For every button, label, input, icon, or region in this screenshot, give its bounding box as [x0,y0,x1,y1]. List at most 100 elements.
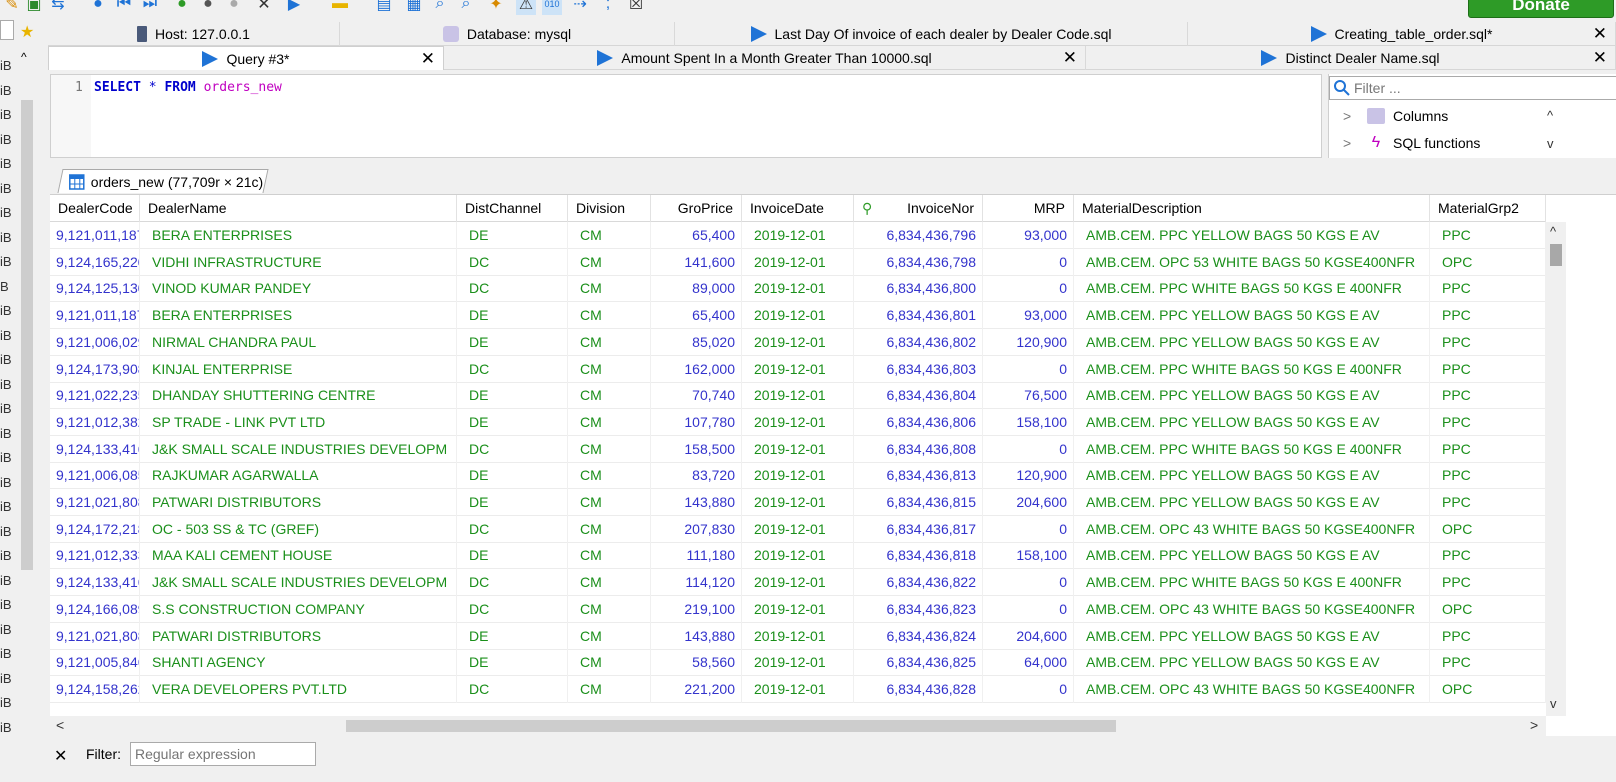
close-icon[interactable]: ✕ [54,746,67,766]
remove-icon[interactable]: ● [172,0,192,15]
clear-icon[interactable]: ☒ [626,0,646,15]
stop-icon[interactable]: ▣ [24,0,44,15]
column-header-division[interactable]: Division [568,195,651,222]
grid-horizontal-scrollbar[interactable]: < > [50,716,1546,736]
cell-division[interactable]: CM [568,569,651,597]
cell-material-grp2[interactable]: OPC [1430,248,1546,276]
cell-division[interactable]: CM [568,542,651,570]
cell-material-grp2[interactable]: PPC [1430,489,1546,516]
cell-dist-channel[interactable]: DC [457,515,568,543]
cell-invoice-nor[interactable]: 6,834,436,796 [854,222,983,249]
format-icon[interactable]: ⌕ [456,0,476,15]
cell-invoice-date[interactable]: 2019-12-01 [742,382,854,410]
cell-material-grp2[interactable]: PPC [1430,569,1546,597]
cell-dealer-name[interactable]: OC - 503 SS & TC (GREF) [140,515,457,543]
cell-division[interactable]: CM [568,435,651,463]
cell-gro-price[interactable]: 158,500 [651,435,742,463]
close-icon[interactable]: ✕ [1593,48,1607,68]
cell-dealer-code[interactable]: 9,121,006,029 [50,328,140,356]
column-header-invoice-date[interactable]: InvoiceDate [742,195,854,222]
cell-mrp[interactable]: 93,000 [983,302,1074,330]
sql-text[interactable]: SELECT * FROM orders_new [94,80,282,95]
cell-dealer-name[interactable]: PATWARI DISTRIBUTORS [140,622,457,650]
cell-mrp[interactable]: 120,900 [983,462,1074,490]
helper-item-sql-functions[interactable]: > ϟ SQL functions [1343,135,1480,152]
cell-material-description[interactable]: AMB.CEM. OPC 43 WHITE BAGS 50 KGSE400NFR [1074,675,1430,703]
grid-horizontal-thumb[interactable] [346,720,1116,732]
help-icon[interactable]: ⇆ [48,0,68,15]
cell-material-grp2[interactable]: PPC [1430,542,1546,570]
chevron-up-icon[interactable]: ^ [21,50,27,64]
cell-material-description[interactable]: AMB.CEM. OPC 53 WHITE BAGS 50 KGSE400NFR [1074,248,1430,276]
cell-gro-price[interactable]: 89,000 [651,275,742,303]
cell-division[interactable]: CM [568,355,651,383]
tab-host[interactable]: Host: 127.0.0.1 [48,22,340,46]
add-icon[interactable]: ⏭ [140,0,160,15]
cell-invoice-nor[interactable]: 6,834,436,815 [854,489,983,516]
binary-toggle-icon[interactable]: 010 [542,0,562,15]
cell-invoice-date[interactable]: 2019-12-01 [742,435,854,463]
cell-material-grp2[interactable]: PPC [1430,328,1546,356]
table-row[interactable]: 9,124,133,416 J&K SMALL SCALE INDUSTRIES … [50,435,1546,463]
tree-scrollbar-thumb[interactable] [21,100,33,570]
cell-invoice-nor[interactable]: 6,834,436,825 [854,649,983,677]
cell-invoice-date[interactable]: 2019-12-01 [742,248,854,276]
chevron-right-icon[interactable]: > [1530,717,1538,733]
cell-invoice-nor[interactable]: 6,834,436,813 [854,462,983,490]
cell-dealer-code[interactable]: 9,124,133,416 [50,569,140,597]
cell-mrp[interactable]: 0 [983,595,1074,623]
cell-material-grp2[interactable]: OPC [1430,515,1546,543]
close-icon[interactable]: ✕ [1593,24,1607,44]
table-row[interactable]: 9,121,006,085 RAJKUMAR AGARWALLA DE CM 83,72… [50,462,1546,490]
cell-material-description[interactable]: AMB.CEM. PPC YELLOW BAGS 50 KGS E AV [1074,222,1430,249]
cell-mrp[interactable]: 0 [983,675,1074,703]
cell-mrp[interactable]: 0 [983,515,1074,543]
cell-invoice-nor[interactable]: 6,834,436,817 [854,515,983,543]
cell-material-description[interactable]: AMB.CEM. PPC YELLOW BAGS 50 KGS E AV [1074,382,1430,410]
cell-invoice-date[interactable]: 2019-12-01 [742,355,854,383]
cancel-icon[interactable]: ● [224,0,244,15]
table-row[interactable]: 9,121,021,808 PATWARI DISTRIBUTORS DE CM 143… [50,489,1546,516]
cell-material-grp2[interactable]: PPC [1430,382,1546,410]
cell-mrp[interactable]: 204,600 [983,622,1074,650]
cell-material-description[interactable]: AMB.CEM. OPC 43 WHITE BAGS 50 KGSE400NFR [1074,515,1430,543]
semicolon-icon[interactable]: ; [598,0,618,15]
cell-invoice-nor[interactable]: 6,834,436,808 [854,435,983,463]
chevron-up-icon[interactable]: ^ [1547,108,1553,123]
chevron-up-icon[interactable]: ^ [1550,224,1556,239]
cell-dist-channel[interactable]: DE [457,489,568,516]
cell-invoice-date[interactable]: 2019-12-01 [742,515,854,543]
cell-invoice-nor[interactable]: 6,834,436,802 [854,328,983,356]
cell-division[interactable]: CM [568,489,651,516]
chevron-right-icon[interactable]: > [1343,108,1367,124]
cell-division[interactable]: CM [568,675,651,703]
cell-invoice-nor[interactable]: 6,834,436,824 [854,622,983,650]
column-header-material-description[interactable]: MaterialDescription [1074,195,1430,222]
save-icon[interactable]: ▤ [374,0,394,15]
cell-material-description[interactable]: AMB.CEM. PPC WHITE BAGS 50 KGS E 400NFR [1074,355,1430,383]
cell-invoice-nor[interactable]: 6,834,436,822 [854,569,983,597]
table-row[interactable]: 9,124,166,089 S.S CONSTRUCTION COMPANY DC C… [50,595,1546,623]
cell-dealer-code[interactable]: 9,124,165,220 [50,248,140,276]
cell-invoice-nor[interactable]: 6,834,436,801 [854,302,983,330]
cell-invoice-date[interactable]: 2019-12-01 [742,489,854,516]
cell-invoice-nor[interactable]: 6,834,436,804 [854,382,983,410]
cell-dealer-code[interactable]: 9,121,021,808 [50,622,140,650]
cell-division[interactable]: CM [568,649,651,677]
cell-dealer-name[interactable]: MAA KALI CEMENT HOUSE [140,542,457,570]
cell-mrp[interactable]: 0 [983,435,1074,463]
cell-dist-channel[interactable]: DE [457,222,568,249]
binary-icon[interactable]: ✦ [486,0,506,15]
cell-material-grp2[interactable]: PPC [1430,462,1546,490]
last-icon[interactable]: ⏮ [114,0,134,15]
cell-gro-price[interactable]: 65,400 [651,222,742,249]
cell-gro-price[interactable]: 83,720 [651,462,742,490]
tree-filter-box[interactable] [0,20,14,40]
cell-dealer-code[interactable]: 9,124,125,130 [50,275,140,303]
cell-invoice-nor[interactable]: 6,834,436,798 [854,248,983,276]
sql-editor[interactable]: 1 SELECT * FROM orders_new [50,74,1322,158]
column-header-mrp[interactable]: MRP [983,195,1074,222]
cell-material-grp2[interactable]: OPC [1430,595,1546,623]
column-header-gro-price[interactable]: GroPrice [651,195,742,222]
close-icon[interactable]: ✕ [421,49,435,69]
